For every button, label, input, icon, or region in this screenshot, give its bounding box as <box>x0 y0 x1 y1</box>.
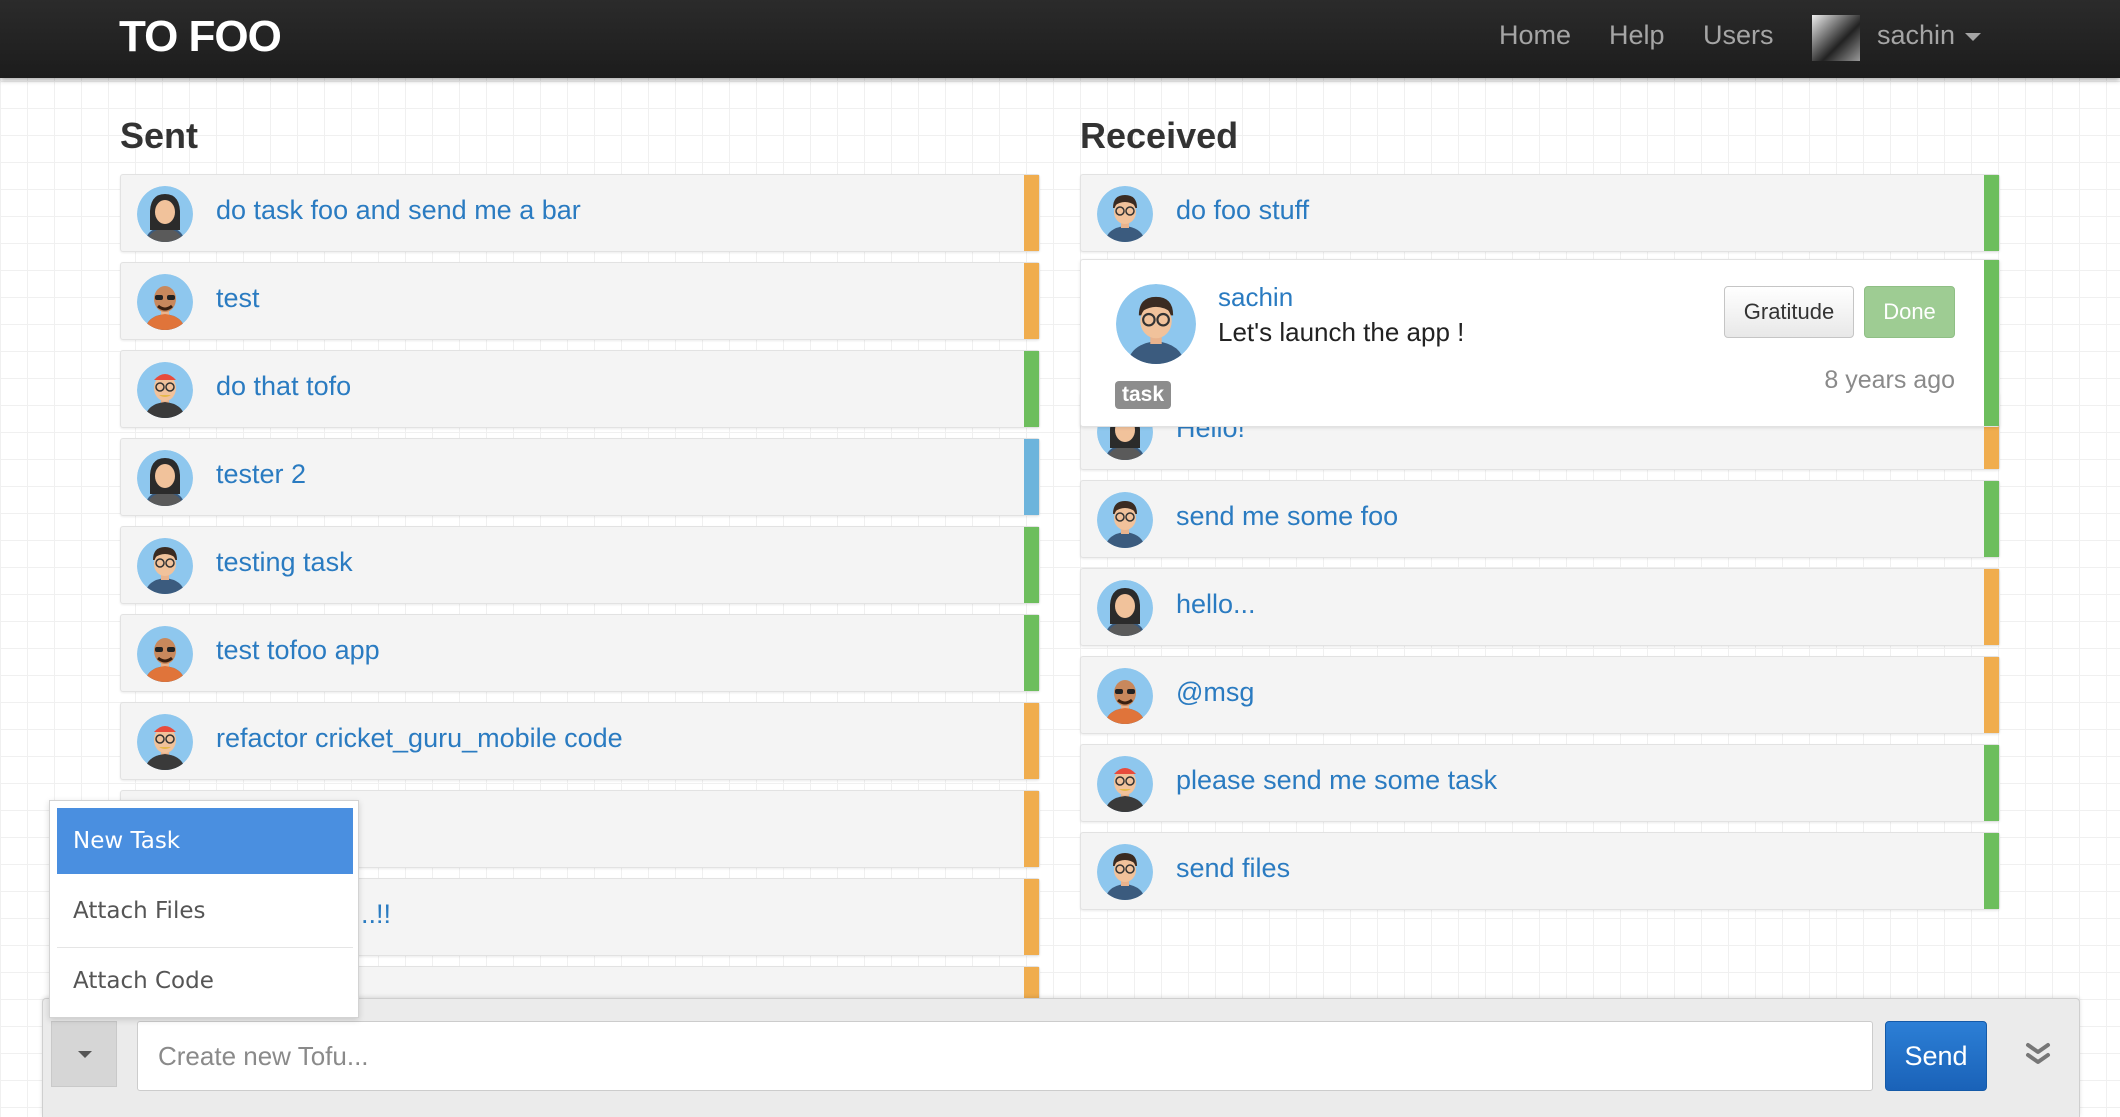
tofu-list-item[interactable]: please send me some task <box>1080 744 2000 822</box>
status-stripe <box>1024 439 1039 515</box>
tofu-list-item[interactable]: do task foo and send me a bar <box>120 174 1040 252</box>
double-chevron-down-icon[interactable] <box>2025 1041 2051 1067</box>
tofu-title[interactable]: ..!! <box>361 899 391 930</box>
new-tofu-input[interactable] <box>137 1021 1873 1091</box>
nav-home-link[interactable]: Home <box>1499 20 1571 51</box>
man-sunglasses-avatar <box>137 626 193 682</box>
tofu-list-item[interactable]: tester 2 <box>120 438 1040 516</box>
tofu-list-item[interactable]: send files <box>1080 832 2000 910</box>
task-tag: task <box>1115 381 1172 409</box>
tofu-list-item[interactable]: hello... <box>1080 568 2000 646</box>
status-stripe <box>1984 569 1999 645</box>
man-sunglasses-avatar <box>1097 668 1153 724</box>
woman-dark-hair-avatar <box>1097 580 1153 636</box>
man-red-cap-avatar <box>1097 756 1153 812</box>
navbar: TO FOO Home Help Users sachin <box>0 0 2120 78</box>
tofu-list-item[interactable]: refactor cricket_guru_mobile code <box>120 702 1040 780</box>
tofu-title[interactable]: testing task <box>216 547 353 578</box>
man-glasses-avatar <box>1116 284 1196 364</box>
status-stripe <box>1984 745 1999 821</box>
nav-users-link[interactable]: Users <box>1703 20 1774 51</box>
caret-down-icon <box>78 1051 92 1058</box>
status-stripe <box>1984 657 1999 733</box>
tofu-title[interactable]: @msg <box>1176 677 1254 708</box>
status-stripe <box>1024 791 1039 867</box>
tofu-title[interactable]: hello... <box>1176 589 1256 620</box>
received-title: Received <box>1080 115 1239 156</box>
timestamp: 8 years ago <box>1824 366 1955 394</box>
tofu-title[interactable]: send me some foo <box>1176 501 1398 532</box>
brand-logo[interactable]: TO FOO <box>119 12 282 62</box>
tofu-title[interactable]: send files <box>1176 853 1290 884</box>
tofu-title[interactable]: do that tofo <box>216 371 351 402</box>
expanded-tofu-card[interactable]: sachin Let's launch the app ! task Grati… <box>1080 259 2000 427</box>
tofu-message: Let's launch the app ! <box>1218 317 1465 347</box>
status-stripe <box>1024 703 1039 779</box>
gratitude-button[interactable]: Gratitude <box>1724 286 1854 338</box>
done-button[interactable]: Done <box>1864 286 1955 338</box>
composer-dropdown-menu: New Task Attach Files Attach Code <box>49 800 359 1018</box>
tofu-title[interactable]: tester 2 <box>216 459 306 490</box>
chevron-down-icon[interactable] <box>1965 33 1981 41</box>
man-glasses-avatar <box>1097 492 1153 548</box>
tofu-title[interactable]: do task foo and send me a bar <box>216 195 581 226</box>
status-stripe <box>1024 351 1039 427</box>
menu-item-new-task[interactable]: New Task <box>57 808 353 874</box>
man-red-cap-avatar <box>137 714 193 770</box>
man-red-cap-avatar <box>137 362 193 418</box>
tofu-title[interactable]: refactor cricket_guru_mobile code <box>216 723 623 754</box>
tofu-title[interactable]: do foo stuff <box>1176 195 1309 226</box>
tofu-title[interactable]: test tofoo app <box>216 635 380 666</box>
composer-menu-toggle[interactable] <box>51 1021 117 1087</box>
tofu-list-item[interactable]: test <box>120 262 1040 340</box>
tofu-list-item[interactable]: @msg <box>1080 656 2000 734</box>
status-stripe <box>1984 481 1999 557</box>
send-button[interactable]: Send <box>1885 1021 1987 1091</box>
woman-dark-hair-avatar <box>137 186 193 242</box>
user-avatar[interactable] <box>1812 15 1860 61</box>
menu-item-attach-files[interactable]: Attach Files <box>57 878 353 944</box>
tofu-list-item[interactable]: test tofoo app <box>120 614 1040 692</box>
menu-item-attach-code[interactable]: Attach Code <box>57 948 353 1014</box>
user-menu-name[interactable]: sachin <box>1877 20 1955 51</box>
tofu-list-item[interactable]: do that tofo <box>120 350 1040 428</box>
man-glasses-avatar <box>137 538 193 594</box>
man-sunglasses-avatar <box>137 274 193 330</box>
woman-dark-hair-avatar <box>137 450 193 506</box>
sent-title: Sent <box>120 115 199 156</box>
status-stripe <box>1024 615 1039 691</box>
nav-help-link[interactable]: Help <box>1609 20 1665 51</box>
tofu-list-item[interactable]: do foo stuff <box>1080 174 2000 252</box>
status-stripe <box>1984 175 1999 251</box>
status-stripe <box>1984 833 1999 909</box>
status-stripe <box>1024 879 1039 955</box>
sender-name[interactable]: sachin <box>1218 282 1293 313</box>
man-glasses-avatar <box>1097 844 1153 900</box>
tofu-title[interactable]: test <box>216 283 260 314</box>
tofu-list-item[interactable]: send me some foo <box>1080 480 2000 558</box>
tofu-list-item[interactable]: testing task <box>120 526 1040 604</box>
status-stripe <box>1024 263 1039 339</box>
status-stripe <box>1984 260 1999 426</box>
status-stripe <box>1024 175 1039 251</box>
tofu-title[interactable]: please send me some task <box>1176 765 1497 796</box>
man-glasses-avatar <box>1097 186 1153 242</box>
status-stripe <box>1024 527 1039 603</box>
